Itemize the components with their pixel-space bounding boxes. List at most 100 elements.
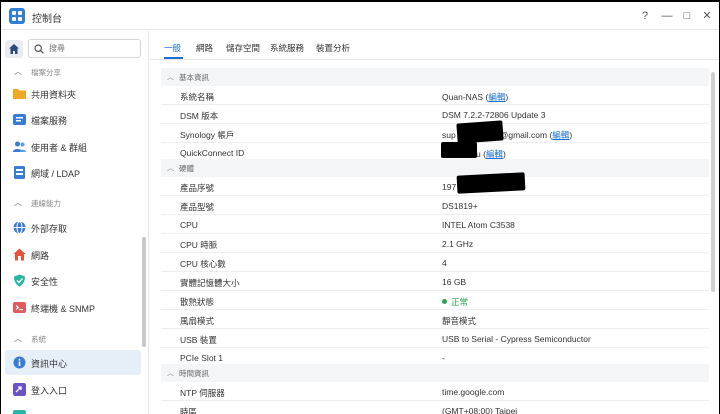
file-services-icon xyxy=(13,114,26,125)
edit-system-name-link[interactable]: 編輯 xyxy=(488,92,505,102)
row-value: 2.1 GHz xyxy=(442,239,474,249)
network-home-icon xyxy=(13,248,26,261)
row-value: 197 xyxy=(442,182,457,192)
section-system[interactable]: ︿ 系統 xyxy=(1,330,141,348)
row-system-name: 系統名稱 Quan-NAS (編輯) xyxy=(161,86,709,105)
sidebar-item-icon xyxy=(13,410,26,414)
title-bar: 控制台 ? — □ ✕ xyxy=(1,2,719,30)
chevron-up-icon: ︿ xyxy=(167,74,174,81)
row-value: Quan-NAS (編輯) xyxy=(442,92,509,102)
sidebar-item-next[interactable] xyxy=(5,404,141,414)
sidebar-item-info-center[interactable]: 資訊中心 xyxy=(5,350,141,375)
row-value: USB to Serial - Cypress Semiconductor xyxy=(442,334,591,344)
row-dsm-version: DSM 版本 DSM 7.2.2-72806 Update 3 xyxy=(161,105,709,124)
row-ntp-server: NTP 伺服器 time.google.com xyxy=(161,382,709,401)
maximize-button[interactable]: □ xyxy=(679,8,695,24)
row-cpu: CPU INTEL Atom C3538 xyxy=(161,215,709,234)
tab-services[interactable]: 系統服務 xyxy=(270,42,304,54)
control-panel-icon xyxy=(9,8,25,24)
edit-quickconnect-link[interactable]: 編輯 xyxy=(486,149,503,159)
edit-account-link[interactable]: 編輯 xyxy=(552,130,569,140)
tab-network[interactable]: 網路 xyxy=(196,42,213,54)
row-value: - xyxy=(442,353,445,363)
row-value: 16 GB xyxy=(442,277,467,287)
row-value: 靜音模式 xyxy=(442,316,477,326)
group-basic-info[interactable]: ︿ 基本資訊 xyxy=(161,68,709,86)
section-connectivity[interactable]: ︿ 連線能力 xyxy=(1,194,141,212)
row-value: 正常 xyxy=(442,296,468,308)
sidebar-item-label: 外部存取 xyxy=(31,224,68,234)
group-label: 時間資訊 xyxy=(179,369,209,378)
folder-icon xyxy=(13,89,26,99)
help-button[interactable]: ? xyxy=(637,8,653,24)
sidebar-item-shared-folder[interactable]: 共用資料夾 xyxy=(5,81,141,106)
sidebar-item-security[interactable]: 安全性 xyxy=(5,268,141,293)
row-memory: 實體記憶體大小 16 GB xyxy=(161,272,709,291)
close-button[interactable]: ✕ xyxy=(699,8,715,24)
row-synology-account: Synology 帳戶 sup @gmail.com (編輯) xyxy=(161,124,709,143)
row-key: CPU xyxy=(180,220,198,230)
tab-bar: 一般 網路 儲存空間 系統服務 裝置分析 xyxy=(150,31,719,60)
chevron-up-icon: ︿ xyxy=(14,334,22,343)
info-icon xyxy=(13,356,26,369)
sidebar-item-login-portal[interactable]: 登入入口 xyxy=(5,377,141,402)
row-key: 散熱狀態 xyxy=(180,297,215,307)
chevron-up-icon: ︿ xyxy=(167,165,174,172)
sidebar-item-terminal-snmp[interactable]: 終端機 & SNMP xyxy=(5,295,141,320)
row-value: 4 xyxy=(442,258,447,268)
sidebar-item-label: 檔案服務 xyxy=(31,116,68,126)
sidebar-item-network[interactable]: 網路 xyxy=(5,242,141,267)
sidebar-item-external-access[interactable]: 外部存取 xyxy=(5,215,141,240)
sidebar-item-users-groups[interactable]: 使用者 & 群組 xyxy=(5,134,141,159)
home-button[interactable] xyxy=(5,40,23,58)
row-key: DSM 版本 xyxy=(180,111,219,121)
section-label: 系統 xyxy=(31,335,46,344)
row-value: time.google.com xyxy=(442,387,505,397)
row-key: 實體記憶體大小 xyxy=(180,278,240,288)
section-label: 檔案分享 xyxy=(31,68,61,77)
row-model: 產品型號 DS1819+ xyxy=(161,196,709,215)
tab-storage[interactable]: 儲存空間 xyxy=(226,42,260,54)
domain-icon xyxy=(14,166,25,179)
status-dot-icon xyxy=(442,299,447,305)
row-key: CPU 核心數 xyxy=(180,259,226,269)
row-key: Synology 帳戶 xyxy=(180,130,235,140)
sidebar-scrollbar[interactable] xyxy=(142,237,146,347)
value-text: Quan-NAS xyxy=(442,92,484,102)
home-icon xyxy=(9,44,19,54)
tab-general[interactable]: 一般 xyxy=(164,42,181,54)
content-scrollbar[interactable] xyxy=(711,72,715,292)
group-hardware[interactable]: ︿ 硬體 xyxy=(161,159,709,177)
chevron-up-icon: ︿ xyxy=(14,198,22,207)
sidebar-item-domain-ldap[interactable]: 網域 / LDAP xyxy=(5,160,141,185)
row-thermal-status: 散熱狀態 正常 xyxy=(161,291,709,310)
row-key: USB 裝置 xyxy=(180,335,217,345)
redaction-mark xyxy=(441,142,477,158)
row-value: (GMT+08:00) Taipei xyxy=(442,406,518,414)
row-fan-mode: 風扇模式 靜音模式 xyxy=(161,310,709,329)
users-icon xyxy=(13,141,26,152)
sidebar: ︿ 檔案分享 共用資料夾 檔案服務 使用者 & 群組 網域 / LDAP ︿ 連… xyxy=(1,31,149,414)
search-input[interactable] xyxy=(49,42,137,55)
minimize-button[interactable]: — xyxy=(659,8,675,24)
group-time-info[interactable]: ︿ 時間資訊 xyxy=(161,364,709,382)
info-content: ︿ 基本資訊 系統名稱 Quan-NAS (編輯) DSM 版本 DSM 7.2… xyxy=(161,66,709,414)
group-label: 基本資訊 xyxy=(179,73,209,82)
row-key: NTP 伺服器 xyxy=(180,388,225,398)
section-file-sharing[interactable]: ︿ 檔案分享 xyxy=(1,63,141,81)
sidebar-item-label: 登入入口 xyxy=(31,386,68,396)
row-key: CPU 時脈 xyxy=(180,240,218,250)
search-box[interactable] xyxy=(28,39,141,58)
chevron-up-icon: ︿ xyxy=(14,67,22,76)
control-panel-window: 控制台 ? — □ ✕ ︿ 檔案分享 共用資料夾 檔案 xyxy=(1,2,719,414)
tab-device-analytics[interactable]: 裝置分析 xyxy=(316,42,350,54)
row-cpu-clock: CPU 時脈 2.1 GHz xyxy=(161,234,709,253)
row-key: 系統名稱 xyxy=(180,92,215,102)
sidebar-item-file-services[interactable]: 檔案服務 xyxy=(5,107,141,132)
terminal-icon xyxy=(13,302,26,313)
shield-icon xyxy=(14,274,25,287)
row-value: DS1819+ xyxy=(442,201,478,211)
group-label: 硬體 xyxy=(179,164,194,173)
redaction-mark xyxy=(456,172,526,194)
sidebar-item-label: 網路 xyxy=(31,251,50,261)
